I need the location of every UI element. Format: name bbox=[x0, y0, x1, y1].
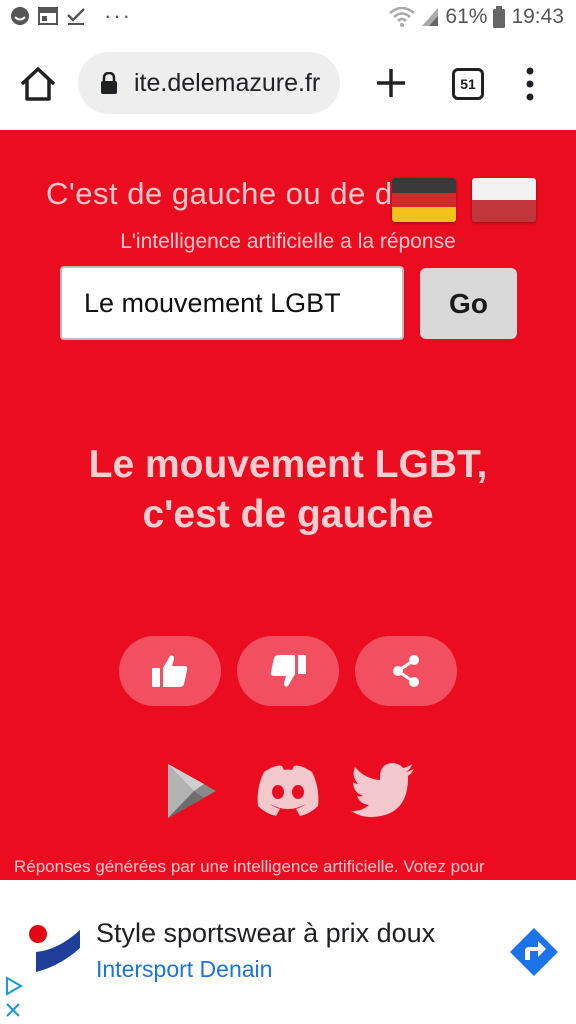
google-play-icon[interactable] bbox=[166, 762, 218, 820]
lock-icon bbox=[101, 72, 117, 94]
status-bar: ··· 61% 19:43 bbox=[0, 0, 576, 38]
thumbs-down-icon bbox=[270, 655, 306, 687]
wifi-icon bbox=[389, 7, 416, 27]
ad-advertiser: Intersport Denain bbox=[96, 956, 273, 982]
dislike-button[interactable] bbox=[237, 636, 339, 706]
battery-icon bbox=[493, 6, 506, 28]
answer-line-1: Le mouvement LGBT, bbox=[88, 443, 488, 486]
intersport-logo-icon bbox=[29, 925, 80, 972]
menu-icon[interactable] bbox=[524, 66, 536, 102]
more-notifications-icon: ··· bbox=[104, 3, 132, 28]
share-icon bbox=[393, 655, 419, 687]
polish-flag-icon[interactable] bbox=[472, 178, 536, 222]
address-bar[interactable]: ite.delemazure.fr bbox=[78, 52, 340, 114]
ad-title: Style sportswear à prix doux bbox=[96, 918, 436, 948]
ad-choices-icon[interactable] bbox=[4, 976, 24, 1020]
browser-toolbar: ite.delemazure.fr 51 bbox=[0, 38, 576, 131]
notification-face-icon bbox=[11, 7, 29, 25]
url-text: ite.delemazure.fr bbox=[134, 68, 321, 97]
discord-icon[interactable] bbox=[256, 762, 320, 816]
home-icon[interactable] bbox=[18, 66, 58, 102]
german-flag-icon[interactable] bbox=[392, 178, 456, 222]
go-button[interactable]: Go bbox=[420, 268, 517, 339]
plus-icon[interactable] bbox=[374, 66, 408, 100]
tabs-icon[interactable]: 51 bbox=[452, 68, 484, 100]
notification-check-icon bbox=[67, 8, 85, 25]
notification-calendar-icon bbox=[38, 7, 58, 25]
page-content: C'est de gauche ou de droite L'intellige… bbox=[0, 130, 576, 880]
share-button[interactable] bbox=[355, 636, 457, 706]
thumbs-up-icon bbox=[152, 655, 188, 687]
directions-icon[interactable] bbox=[508, 926, 560, 978]
status-system: 61% 19:43 bbox=[389, 5, 564, 29]
page-subtitle: L'intelligence artificielle a la réponse bbox=[120, 230, 456, 253]
signal-icon bbox=[422, 8, 439, 26]
like-button[interactable] bbox=[119, 636, 221, 706]
answer-line-2: c'est de gauche bbox=[142, 493, 434, 536]
twitter-icon[interactable] bbox=[350, 762, 416, 818]
question-input[interactable]: Le mouvement LGBT bbox=[60, 266, 404, 340]
clock: 19:43 bbox=[511, 5, 564, 28]
answer-text: Le mouvement LGBT, c'est de gauche bbox=[0, 440, 576, 540]
battery-percent: 61% bbox=[445, 5, 488, 28]
footer-disclaimer: Réponses générées par une intelligence a… bbox=[14, 857, 485, 876]
status-notifications: ··· bbox=[10, 3, 132, 28]
ad-banner[interactable]: Style sportswear à prix doux Intersport … bbox=[0, 880, 576, 1024]
